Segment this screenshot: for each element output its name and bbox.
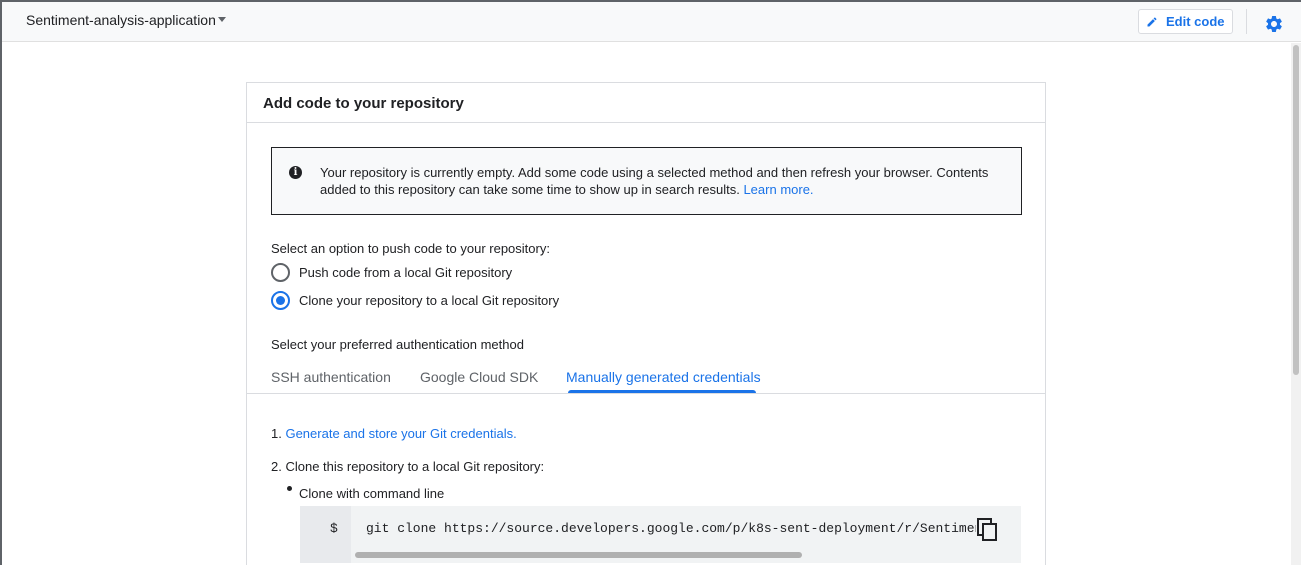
auth-tabs: SSH authentication Google Cloud SDK Manu… <box>247 359 1045 394</box>
empty-repo-notice: i Your repository is currently empty. Ad… <box>271 147 1022 215</box>
card-title: Add code to your repository <box>247 83 1045 123</box>
header-divider <box>1246 9 1247 34</box>
add-code-card: Add code to your repository i Your repos… <box>246 82 1046 565</box>
clone-command-box: $ git clone https://source.developers.go… <box>300 506 1021 563</box>
window-left-border <box>0 0 2 565</box>
step-1: 1. Generate and store your Git credentia… <box>271 426 517 441</box>
radio-clone-local[interactable]: Clone your repository to a local Git rep… <box>271 291 559 310</box>
code-scrollbar[interactable] <box>355 552 802 558</box>
radio-button-checked[interactable] <box>271 291 290 310</box>
pencil-icon <box>1147 16 1157 26</box>
bullet-dot <box>287 486 292 491</box>
info-icon: i <box>289 166 302 179</box>
generate-credentials-link[interactable]: Generate and store your Git credentials. <box>285 426 516 441</box>
notice-text: Your repository is currently empty. Add … <box>320 165 989 197</box>
radio-label: Clone your repository to a local Git rep… <box>299 293 560 308</box>
clone-command[interactable]: git clone https://source.developers.goog… <box>366 521 976 536</box>
shell-prompt: $ <box>330 521 338 536</box>
prompt-column: $ <box>300 506 351 563</box>
copy-icon[interactable] <box>976 517 1000 543</box>
tab-google-cloud-sdk[interactable]: Google Cloud SDK <box>420 369 538 385</box>
radio-button[interactable] <box>271 263 290 282</box>
step-1-number: 1. <box>271 426 282 441</box>
radio-push-local[interactable]: Push code from a local Git repository <box>271 263 512 282</box>
tab-manually-generated-credentials[interactable]: Manually generated credentials <box>566 369 761 385</box>
clone-command-line-label: Clone with command line <box>299 486 445 501</box>
repo-header: Sentiment-analysis-application Edit code <box>2 2 1301 42</box>
radio-label: Push code from a local Git repository <box>299 265 513 280</box>
active-tab-indicator <box>568 390 756 393</box>
caret-down-icon[interactable] <box>218 17 226 22</box>
edit-code-label: Edit code <box>1166 14 1225 29</box>
gear-icon[interactable] <box>1264 14 1284 34</box>
learn-more-link[interactable]: Learn more. <box>743 182 813 197</box>
step-2: 2. Clone this repository to a local Git … <box>271 459 545 474</box>
page-scrollbar-thumb[interactable] <box>1293 45 1299 375</box>
repo-name[interactable]: Sentiment-analysis-application <box>26 12 216 28</box>
edit-code-button[interactable]: Edit code <box>1138 9 1233 34</box>
auth-method-label: Select your preferred authentication met… <box>271 337 524 352</box>
push-option-label: Select an option to push code to your re… <box>271 241 550 256</box>
tab-ssh-authentication[interactable]: SSH authentication <box>271 369 391 385</box>
